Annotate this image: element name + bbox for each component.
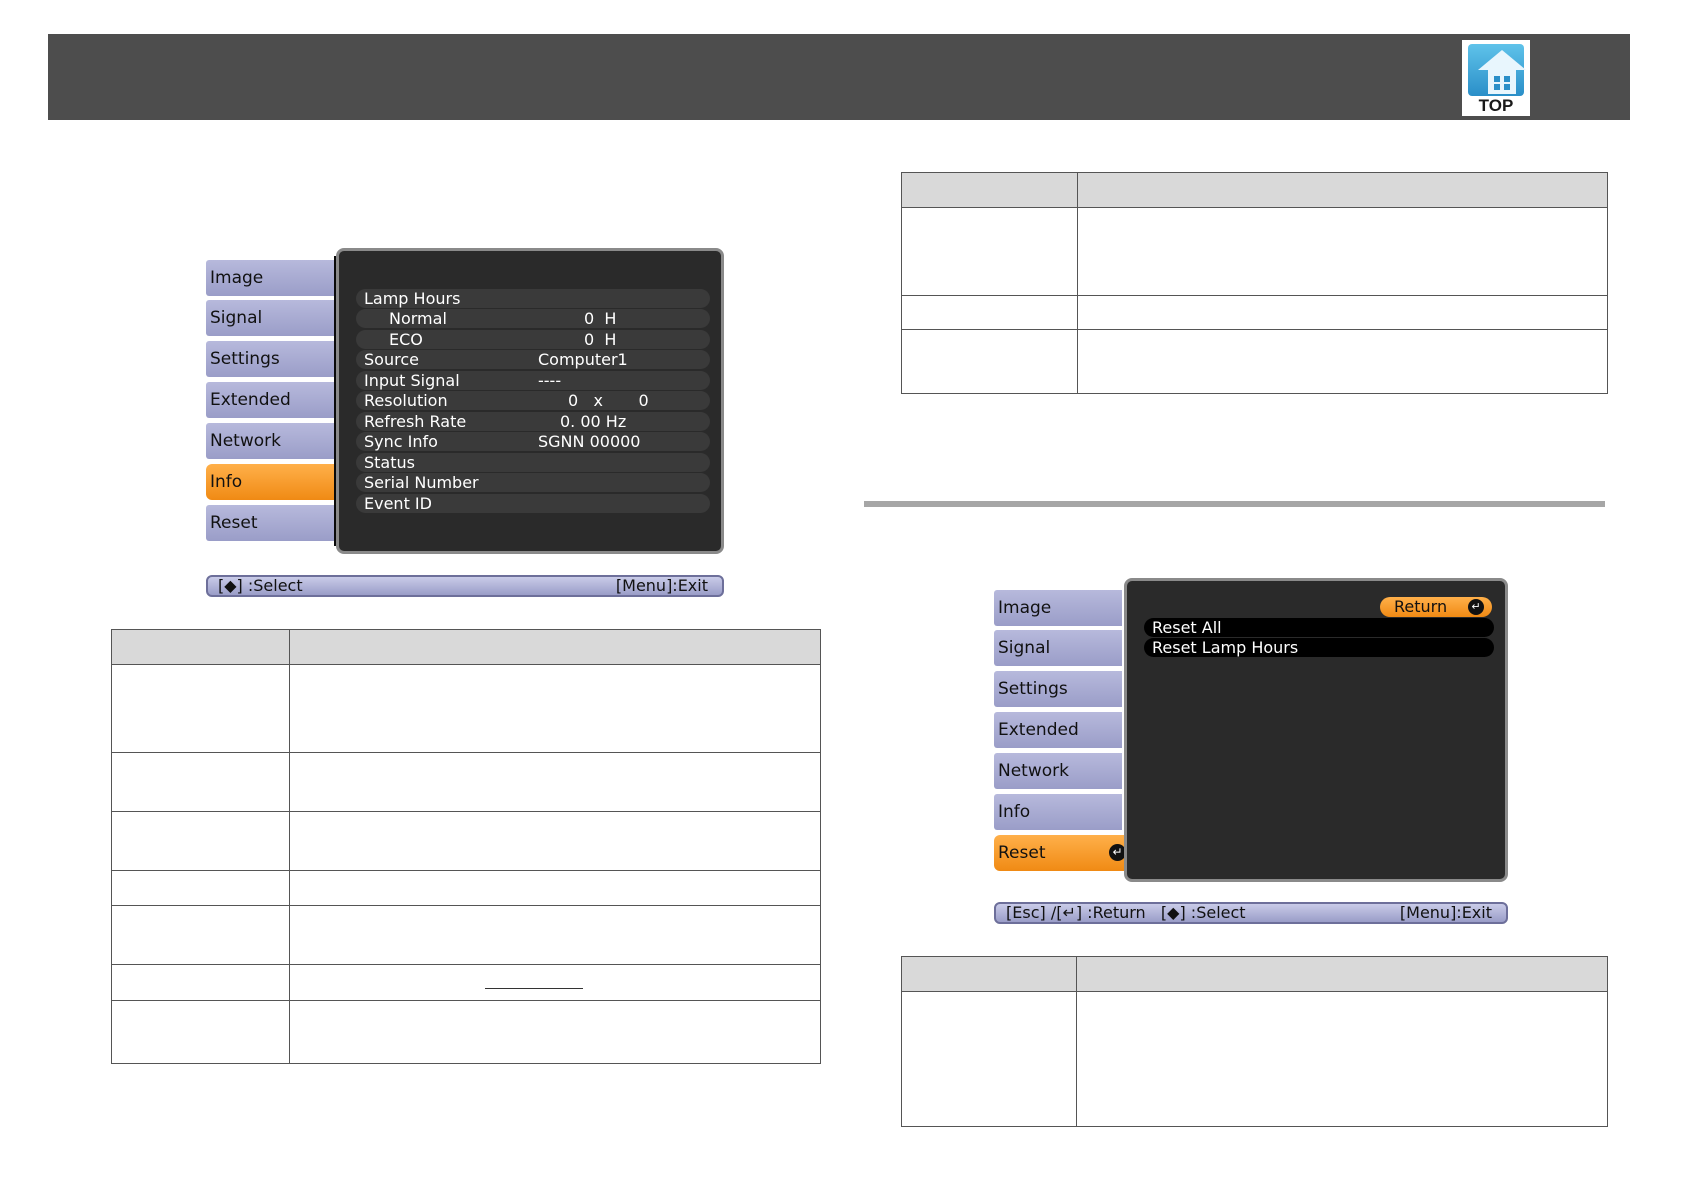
home-icon xyxy=(1468,44,1526,96)
return-button[interactable]: Return ↵ xyxy=(1380,597,1492,617)
status-exit-hint: [Menu]:Exit xyxy=(615,576,708,595)
info-row: Source Computer1 xyxy=(356,350,710,369)
info-row: Lamp Hours xyxy=(356,289,710,308)
continued-table xyxy=(901,172,1608,394)
tab-reset[interactable]: Reset xyxy=(206,505,334,541)
tab-image[interactable]: Image xyxy=(994,590,1122,626)
info-row: Normal 0 H xyxy=(356,309,710,328)
top-button[interactable]: TOP xyxy=(1462,40,1530,116)
status-return-select-hint: [Esc] /[↵] :Return [◆] :Select xyxy=(1006,903,1246,922)
status-exit-hint: [Menu]:Exit xyxy=(1399,903,1492,922)
info-items-table xyxy=(111,629,821,1064)
reset-items-table xyxy=(901,956,1608,1127)
info-row: Refresh Rate 0. 00 Hz xyxy=(356,412,710,431)
info-row: Status xyxy=(356,453,710,472)
tab-extended[interactable]: Extended xyxy=(994,712,1122,748)
tab-network[interactable]: Network xyxy=(994,753,1122,789)
tab-signal[interactable]: Signal xyxy=(994,630,1122,666)
info-row: ECO 0 H xyxy=(356,330,710,349)
link-underline[interactable] xyxy=(485,988,583,989)
tab-settings[interactable]: Settings xyxy=(994,671,1122,707)
info-row: Resolution 0 x 0 xyxy=(356,391,710,410)
tab-reset[interactable]: Reset ↵ xyxy=(994,835,1132,871)
info-status-bar: [◆] :Select [Menu]:Exit xyxy=(206,575,724,597)
tab-network[interactable]: Network xyxy=(206,423,334,459)
info-row: Event ID xyxy=(356,494,710,513)
reset-status-bar: [Esc] /[↵] :Return [◆] :Select [Menu]:Ex… xyxy=(994,902,1508,924)
info-row: Input Signal ---- xyxy=(356,371,710,390)
info-row: Sync Info SGNN 00000 xyxy=(356,432,710,451)
section-divider xyxy=(864,501,1605,507)
tab-info[interactable]: Info xyxy=(206,464,346,500)
info-row: Serial Number xyxy=(356,473,710,492)
reset-all-item[interactable]: Reset All xyxy=(1144,618,1494,637)
tab-image[interactable]: Image xyxy=(206,260,334,296)
tab-extended[interactable]: Extended xyxy=(206,382,334,418)
status-select-hint: [◆] :Select xyxy=(218,576,303,595)
top-button-label: TOP xyxy=(1478,96,1514,115)
tab-info[interactable]: Info xyxy=(994,794,1122,830)
tab-signal[interactable]: Signal xyxy=(206,300,334,336)
page-header-bar xyxy=(48,34,1630,120)
enter-icon: ↵ xyxy=(1468,599,1484,615)
reset-lamp-hours-item[interactable]: Reset Lamp Hours xyxy=(1144,638,1494,657)
tab-settings[interactable]: Settings xyxy=(206,341,334,377)
